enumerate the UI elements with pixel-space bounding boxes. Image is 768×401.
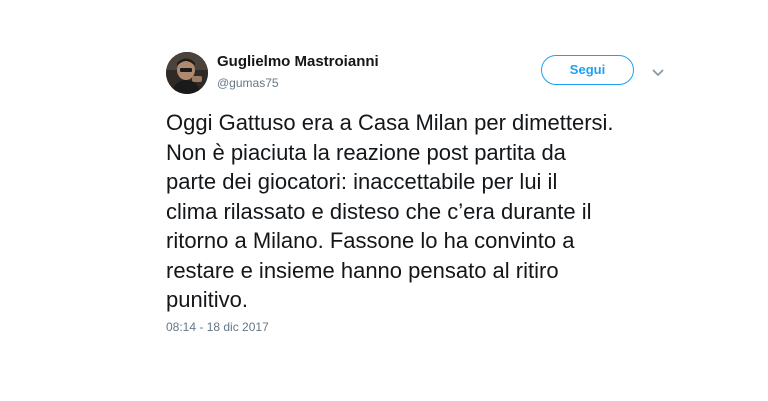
display-name[interactable]: Guglielmo Mastroianni (217, 53, 379, 70)
user-handle[interactable]: @gumas75 (217, 76, 279, 90)
tweet-timestamp[interactable]: 08:14 - 18 dic 2017 (166, 320, 269, 334)
tweet-text-line: parte dei giocatori: inaccettabile per l… (166, 169, 558, 194)
tweet-text: Oggi Gattuso era a Casa Milan per dimett… (166, 108, 686, 315)
tweet-text-line: punitivo. (166, 287, 248, 312)
tweet-text-line: Non è piaciuta la reazione post partita … (166, 139, 566, 165)
chevron-down-icon[interactable] (652, 65, 664, 76)
avatar[interactable] (166, 52, 208, 94)
tweet-card: Guglielmo Mastroianni @gumas75 Segui Ogg… (0, 0, 768, 401)
tweet-text-line: clima rilassato e disteso che c’era dura… (166, 198, 592, 224)
follow-button[interactable]: Segui (541, 55, 634, 85)
tweet-text-line: Oggi Gattuso era a Casa Milan per dimett… (166, 110, 614, 135)
tweet-text-line: restare e insieme hanno pensato al ritir… (166, 257, 559, 283)
tweet-text-line: ritorno a Milano. Fassone lo ha convinto… (166, 228, 575, 253)
avatar-photo-icon (166, 52, 208, 94)
